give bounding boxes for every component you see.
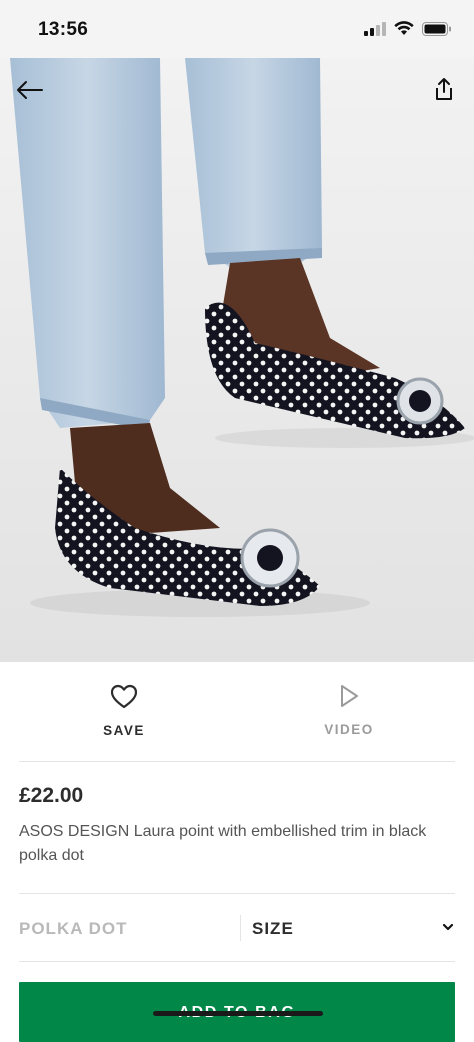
status-bar: 13:56 — [0, 0, 474, 58]
options-separator — [240, 915, 241, 941]
product-price: £22.00 — [19, 784, 84, 807]
share-icon — [436, 78, 452, 100]
divider — [19, 961, 455, 962]
action-row: SAVE VIDEO — [0, 662, 474, 760]
save-label: SAVE — [103, 723, 145, 738]
size-label: SIZE — [252, 919, 294, 938]
play-icon — [341, 685, 358, 707]
back-button[interactable] — [9, 70, 49, 110]
heart-icon — [110, 684, 138, 709]
colour-value: POLKA DOT — [19, 919, 128, 938]
home-indicator — [153, 1011, 323, 1016]
size-select[interactable]: SIZE — [242, 895, 474, 961]
status-time: 13:56 — [38, 19, 89, 40]
save-button[interactable]: SAVE — [64, 684, 184, 738]
wifi-icon — [394, 21, 414, 35]
divider — [19, 893, 455, 894]
product-options: POLKA DOT SIZE — [0, 895, 474, 961]
battery-icon — [422, 21, 451, 36]
chevron-down-icon — [442, 923, 454, 931]
video-button[interactable]: VIDEO — [289, 684, 409, 737]
share-button[interactable] — [424, 69, 464, 109]
signal-icon — [364, 21, 386, 36]
product-image[interactable] — [0, 58, 474, 662]
product-photo — [0, 58, 474, 662]
divider — [19, 761, 455, 762]
status-icons — [364, 21, 452, 36]
video-label: VIDEO — [324, 722, 374, 737]
arrow-left-icon — [17, 81, 43, 99]
product-title: ASOS DESIGN Laura point with embellished… — [19, 823, 427, 864]
